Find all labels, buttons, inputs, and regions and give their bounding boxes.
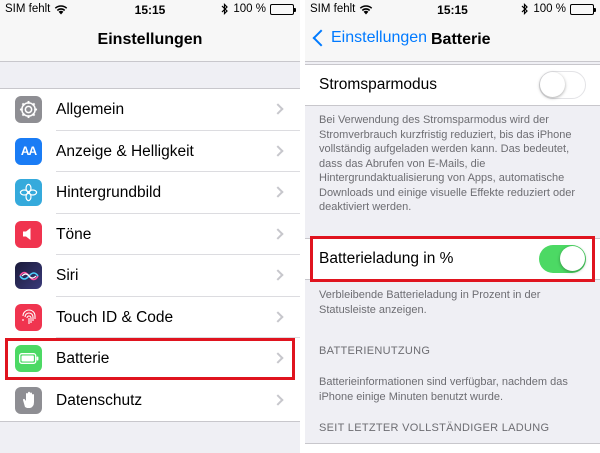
settings-item-hintergrundbild[interactable]: Hintergrundbild [0,172,300,214]
back-button[interactable]: Einstellungen [311,29,427,47]
status-bar: SIM fehlt 15:15 100 % [305,0,600,20]
battery-status-icon [570,3,596,15]
power-saving-toggle[interactable] [539,71,586,99]
settings-item-label: Touch ID & Code [56,297,300,338]
nav-bar: Einstellungen Batterie [305,20,600,62]
usage-note: Batterieinformationen sind verfügbar, na… [319,376,568,403]
settings-item-label: Datenschutz [56,391,143,409]
chevron-left-icon [312,29,330,47]
battery-percent: 100 % [233,3,266,15]
fingerprint-icon [15,303,42,331]
right-status: 100 % [521,3,596,15]
text-size-icon: AA [15,137,42,165]
status-bar: SIM fehlt 15:15 100 % [0,0,300,20]
hand-icon [15,386,42,414]
settings-item-label: Töne [56,214,300,255]
settings-item-datenschutz[interactable]: Datenschutz [0,380,300,422]
battery-status-icon [270,3,296,15]
right-status: 100 % [221,3,296,15]
power-saving-row: Stromsparmodus [305,64,600,106]
settings-item-label: Allgemein [56,89,300,131]
settings-screen: SIM fehlt 15:15 100 % Einstellungen Allg… [0,0,300,453]
bluetooth-icon [221,3,229,15]
power-saving-note: Bei Verwendung des Stromsparmodus wird d… [319,114,576,213]
since-section-header: SEIT LETZTER VOLLSTÄNDIGER LADUNG [319,422,550,434]
settings-item-touchid[interactable]: Touch ID & Code [0,297,300,338]
settings-item-anzeige[interactable]: AA Anzeige & Helligkeit [0,131,300,172]
settings-item-label: Anzeige & Helligkeit [56,131,300,172]
page-title: Einstellungen [97,31,203,48]
nav-bar: Einstellungen [0,20,300,62]
highlight-frame [310,236,595,282]
settings-list: Allgemein AA Anzeige & Helligkeit Hinter… [0,88,300,422]
settings-item-label: Siri [56,255,300,297]
power-saving-label: Stromsparmodus [319,76,438,93]
settings-item-allgemein[interactable]: Allgemein [0,89,300,131]
settings-item-batterie[interactable]: Batterie [5,338,295,380]
siri-icon [15,262,42,290]
usage-list-top [305,443,600,453]
bluetooth-icon [521,3,529,15]
settings-item-label: Batterie [56,338,295,380]
settings-item-siri[interactable]: Siri [0,255,300,297]
battery-icon [15,345,42,373]
usage-section-header: BATTERIENUTZUNG [319,345,431,357]
flower-icon [15,179,42,207]
settings-item-label: Hintergrundbild [56,172,300,214]
back-label: Einstellungen [331,29,428,46]
battery-percent: 100 % [533,3,566,15]
battery-percentage-note: Verbleibende Batterieladung in Prozent i… [319,289,541,316]
battery-screen: SIM fehlt 15:15 100 % Einstellungen Batt… [305,0,600,453]
speaker-icon [15,220,42,248]
settings-item-toene[interactable]: Töne [0,214,300,255]
gear-icon [15,96,42,124]
page-title: Batterie [431,31,491,48]
